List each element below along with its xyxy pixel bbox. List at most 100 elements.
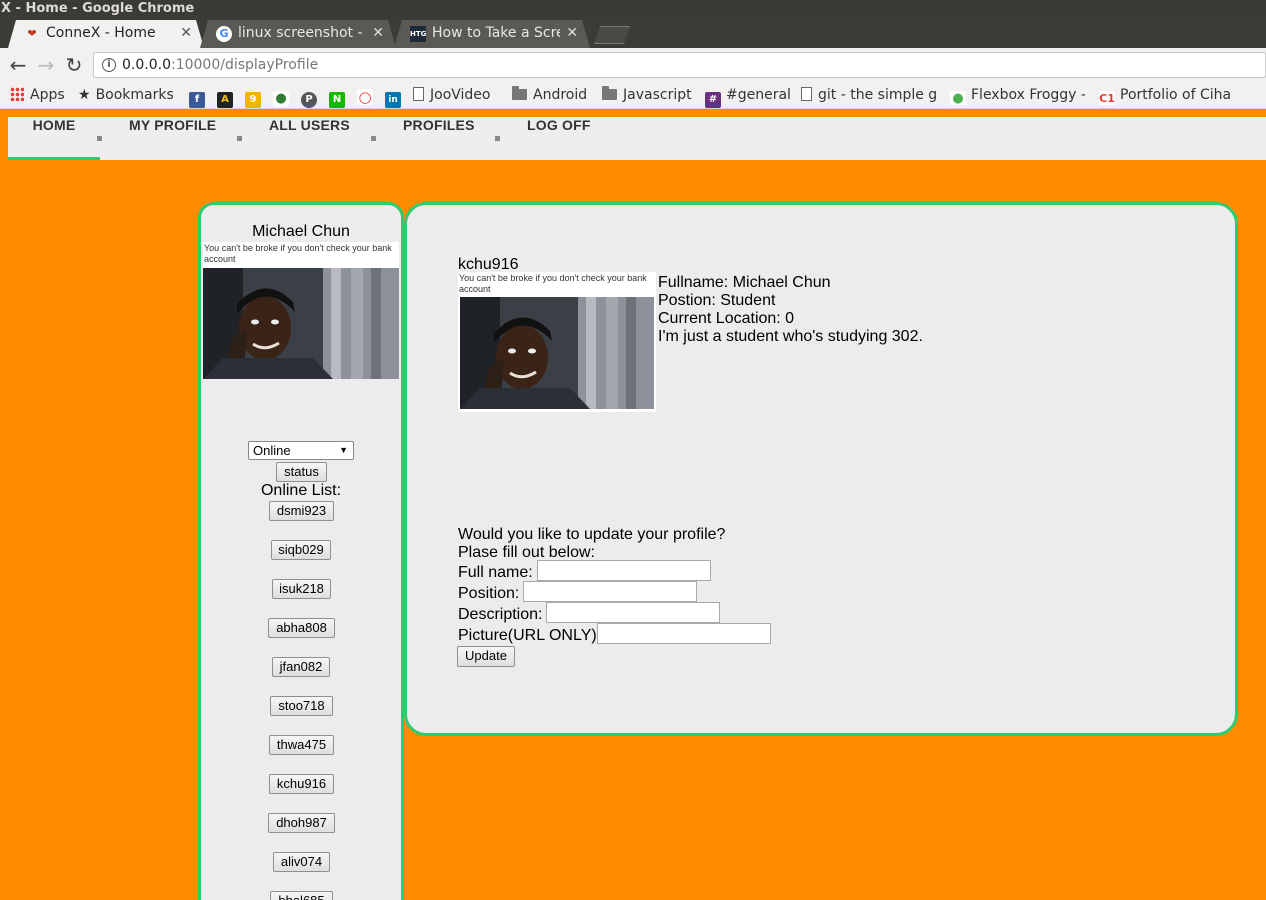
online-user-button[interactable]: kchu916 [269,774,334,794]
close-tab-icon[interactable]: ✕ [180,20,192,47]
bookmark-gmaps[interactable]: 9 [245,85,261,108]
tab-title: ConneX - Home [46,25,156,41]
sidebar-profile-picture: You can't be broke if you don't check yo… [203,242,399,379]
bookmark-javascript[interactable]: Javascript [602,85,692,105]
profile-panel: kchu916 You can't be broke if you don't … [404,202,1238,736]
reload-icon[interactable]: ↻ [63,54,85,76]
tab-linux-screenshot[interactable]: G linux screenshot - G ✕ [200,20,396,48]
online-list-label: Online List: [260,482,342,499]
meme-caption: You can't be broke if you don't check yo… [204,243,392,264]
folder-icon [602,86,617,100]
bookmarks-bar: Apps ★ Bookmarks f A 9 ● P N ○ in JooVide… [0,82,1266,109]
site-info-icon[interactable]: i [102,58,116,72]
bookmark-bookmarks[interactable]: ★ Bookmarks [78,85,174,105]
n-icon: N [329,92,345,108]
bookmark-n[interactable]: N [329,85,345,108]
update-button[interactable]: Update [457,646,515,667]
bookmark-portfolio[interactable]: C1 Portfolio of Ciha [1099,85,1239,105]
nav-separator [97,136,102,141]
nav-profiles[interactable]: PROFILES [403,117,475,160]
ap-icon: A [217,92,233,108]
address-url: 0.0.0.0:10000/displayProfile [122,57,319,73]
bookmark-green-circle[interactable]: ● [273,85,289,107]
bookmark-android[interactable]: Android [512,85,587,105]
nav-my-profile[interactable]: MY PROFILE [129,117,216,160]
picture-url-input[interactable] [597,623,771,644]
nav-all-users[interactable]: ALL USERS [269,117,350,160]
star-icon: ★ [78,87,91,103]
bookmark-git[interactable]: git - the simple gu [801,85,937,105]
p-icon: P [301,92,317,108]
bookmark-red-ring[interactable]: ○ [357,85,373,105]
status-button[interactable]: status [276,462,327,482]
tab-title: How to Take a Scre [432,25,560,41]
window-title: X - Home - Google Chrome [0,0,1266,18]
position-label: Position: [458,585,520,602]
nav-separator [237,136,242,141]
page-icon [801,87,812,101]
position-input[interactable] [523,581,697,602]
picture-url-label: Picture(URL ONLY) [458,627,597,644]
new-tab-button[interactable] [594,26,630,44]
dropdown-arrow-icon: ▼ [339,445,348,455]
nav-home[interactable]: HOME [8,117,100,160]
browser-toolbar: ← → ↻ i 0.0.0.0:10000/displayProfile [0,48,1266,82]
meme-caption: You can't be broke if you don't check yo… [459,273,647,294]
htg-favicon-icon: HTG [410,26,426,42]
nav-log-off[interactable]: LOG OFF [527,117,591,160]
profile-location: Current Location: 0 [658,310,795,327]
profile-picture: You can't be broke if you don't check yo… [458,272,656,412]
sidebar-user-name: Michael Chun [252,223,350,240]
description-input[interactable] [546,602,720,623]
online-user-button[interactable]: abha808 [268,618,335,638]
description-label: Description: [458,606,543,623]
bookmark-general[interactable]: # #general [705,85,791,108]
bookmark-joovideo[interactable]: JooVideo [413,85,490,105]
online-user-button[interactable]: jfan082 [272,657,330,677]
connex-favicon-icon: ❤ [27,27,37,40]
green-circle-icon: ● [273,91,289,107]
bookmark-ap[interactable]: A [217,85,233,108]
bookmark-apps[interactable]: Apps [10,85,65,105]
facebook-icon: f [189,92,205,108]
folder-icon [512,86,527,100]
bookmark-p[interactable]: P [301,85,317,108]
c1-icon: C1 [1099,91,1115,105]
online-user-button[interactable]: dhoh987 [268,813,335,833]
fullname-input[interactable] [537,560,711,581]
user-sidebar: Michael Chun You can't be broke if you d… [198,202,404,900]
tab-title: linux screenshot - G [238,25,366,41]
back-arrow-icon[interactable]: ← [7,54,29,76]
profile-description: I'm just a student who's studying 302. [658,328,923,345]
address-bar[interactable]: i 0.0.0.0:10000/displayProfile [93,52,1266,78]
online-user-button[interactable]: stoo718 [270,696,333,716]
bookmark-facebook[interactable]: f [189,85,205,108]
tab-connex-home[interactable]: ❤ ConneX - Home ✕ [8,20,204,48]
online-user-button[interactable]: siqb029 [271,540,331,560]
close-tab-icon[interactable]: ✕ [372,20,384,47]
online-user-button[interactable]: dsmi923 [269,501,334,521]
update-prompt: Would you like to update your profile? [458,526,726,543]
nav-separator [371,136,376,141]
close-tab-icon[interactable]: ✕ [566,20,578,47]
nav-separator [495,136,500,141]
gmaps-icon: 9 [245,92,261,108]
bookmark-linkedin[interactable]: in [385,85,401,108]
meme-photo-image [460,297,654,409]
tab-how-to-take-screenshot[interactable]: HTG How to Take a Scre ✕ [394,20,590,48]
online-user-button[interactable]: isuk218 [272,579,331,599]
linkedin-icon: in [385,92,401,108]
page-icon [413,87,424,101]
online-user-button[interactable]: aliv074 [273,852,330,872]
profile-position: Postion: Student [658,292,776,309]
status-select[interactable]: Online ▼ [248,441,354,460]
fullname-label: Full name: [458,564,533,581]
bookmark-flexbox-froggy[interactable]: ● Flexbox Froggy - [950,85,1085,105]
google-favicon-icon: G [216,26,232,42]
tab-strip: ❤ ConneX - Home ✕ G linux screenshot - G… [0,18,1266,48]
online-user-button[interactable]: bhal685 [270,891,333,900]
forward-arrow-icon[interactable]: → [35,54,57,76]
slack-icon: # [705,92,721,108]
apps-grid-icon [10,87,24,101]
online-user-button[interactable]: thwa475 [269,735,334,755]
